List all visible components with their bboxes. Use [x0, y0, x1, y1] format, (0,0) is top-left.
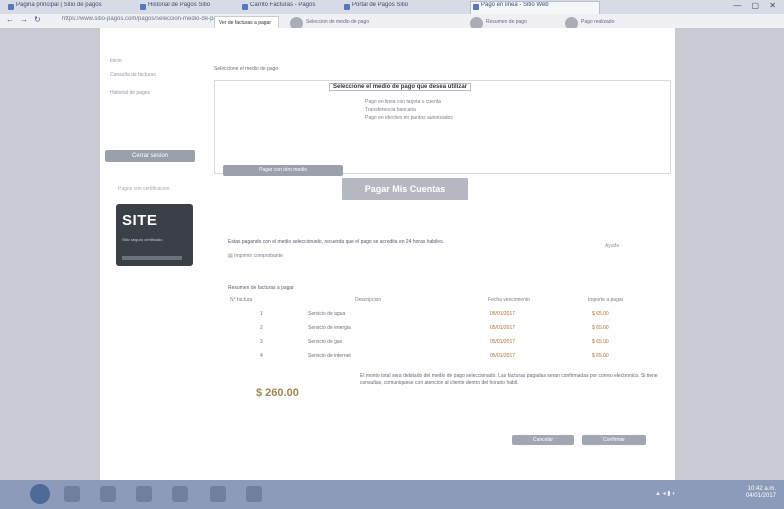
browser-icon[interactable] — [136, 486, 152, 502]
sidebar-footer-text: Pagos con certificacion — [118, 186, 170, 192]
favicon-icon — [473, 4, 479, 10]
clock-date: 04/01/2017 — [745, 493, 776, 499]
payment-option[interactable]: Pago en efectivo en puntos autorizados — [365, 115, 453, 121]
forward-arrow-icon[interactable]: → — [20, 15, 28, 24]
favicon-icon — [8, 4, 14, 10]
payment-box-title: Seleccione el medio de pago que desea ut… — [329, 83, 472, 91]
payment-note: El monto total sera debitado del medio d… — [360, 373, 658, 386]
media-player-icon[interactable] — [100, 486, 116, 502]
start-button-icon[interactable] — [30, 484, 50, 504]
browser-tab[interactable]: Historial de Pagos Sitio — [138, 2, 238, 13]
browser-tab[interactable]: Portal de Pagos Sitio — [342, 2, 452, 13]
logout-button[interactable]: Cerrar sesion — [105, 150, 195, 162]
app-icon[interactable] — [210, 486, 226, 502]
sidebar: Inicio Consulta de facturas Historial de… — [100, 28, 200, 480]
system-tray-icons[interactable]: ▲ ◂ ▮ ◐ — [655, 490, 676, 497]
network-icon[interactable] — [172, 486, 188, 502]
window-controls[interactable]: — ▢ ✕ — [733, 1, 780, 10]
column-header: N° factura — [230, 297, 253, 303]
taskbar: ▲ ◂ ▮ ◐ 10:42 a.m. 04/01/2017 — [0, 480, 784, 509]
favicon-icon — [344, 4, 350, 10]
column-header: Importe a pagar — [588, 297, 624, 303]
info-text: Estas pagando con el medio seleccionado,… — [228, 239, 444, 245]
section-label: Seleccione el medio de pago — [214, 66, 279, 72]
cancel-button[interactable]: Cancelar — [512, 435, 574, 445]
page-content: Inicio Consulta de facturas Historial de… — [100, 28, 675, 480]
browser-tab-active[interactable]: Pago en linea - Sitio Web — [470, 1, 600, 14]
back-arrow-icon[interactable]: ← — [6, 15, 14, 24]
payment-option[interactable]: Pago en linea con tarjeta o cuenta — [365, 99, 441, 105]
column-header: Descripcion — [355, 297, 382, 303]
total-amount: $ 260.00 — [256, 387, 299, 399]
browser-tab[interactable]: Carrito Facturas - Pagos — [240, 2, 340, 13]
sidebar-item-historial[interactable]: Historial de pagos — [110, 90, 190, 96]
clock[interactable]: 10:42 a.m. 04/01/2017 — [746, 486, 776, 500]
print-link[interactable]: ▤ Imprimir comprobante — [228, 253, 283, 259]
sidebar-item-facturas[interactable]: Consulta de facturas — [110, 72, 190, 78]
clock-time: 10:42 a.m. — [747, 486, 776, 492]
explorer-icon[interactable] — [64, 486, 80, 502]
sidebar-item-inicio[interactable]: Inicio — [110, 58, 190, 64]
address-bar: ← → ↻ https://www.sitio-pagos.com/pagos/… — [0, 14, 784, 29]
favicon-icon — [140, 4, 146, 10]
badge-subtitle: Sitio seguro certificado — [122, 237, 163, 242]
badge-bar — [122, 256, 182, 260]
other-method-button[interactable]: Pagar con otro medio — [223, 165, 343, 176]
payment-method-box: Seleccione el medio de pago que desea ut… — [214, 80, 671, 176]
column-header: Fecha vencimiento — [488, 297, 530, 303]
payment-option[interactable]: Transferencia bancaria — [365, 107, 416, 113]
settings-icon[interactable] — [246, 486, 262, 502]
help-link[interactable]: Ayuda — [605, 243, 619, 249]
site-logo: SITE — [122, 212, 158, 229]
pay-accounts-button[interactable]: Pagar Mis Cuentas — [342, 178, 468, 200]
table-title: Resumen de facturas a pagar — [228, 285, 294, 291]
site-security-badge[interactable]: SITE Sitio seguro certificado — [116, 204, 193, 266]
main-panel: Seleccione el medio de pago Seleccione e… — [200, 28, 675, 480]
browser-tab-bar: Pagina principal | Sitio de pagos Histor… — [0, 0, 784, 14]
favicon-icon — [242, 4, 248, 10]
reload-icon[interactable]: ↻ — [34, 15, 41, 24]
browser-tab[interactable]: Pagina principal | Sitio de pagos — [6, 2, 136, 13]
confirm-button[interactable]: Confirmar — [582, 435, 646, 445]
